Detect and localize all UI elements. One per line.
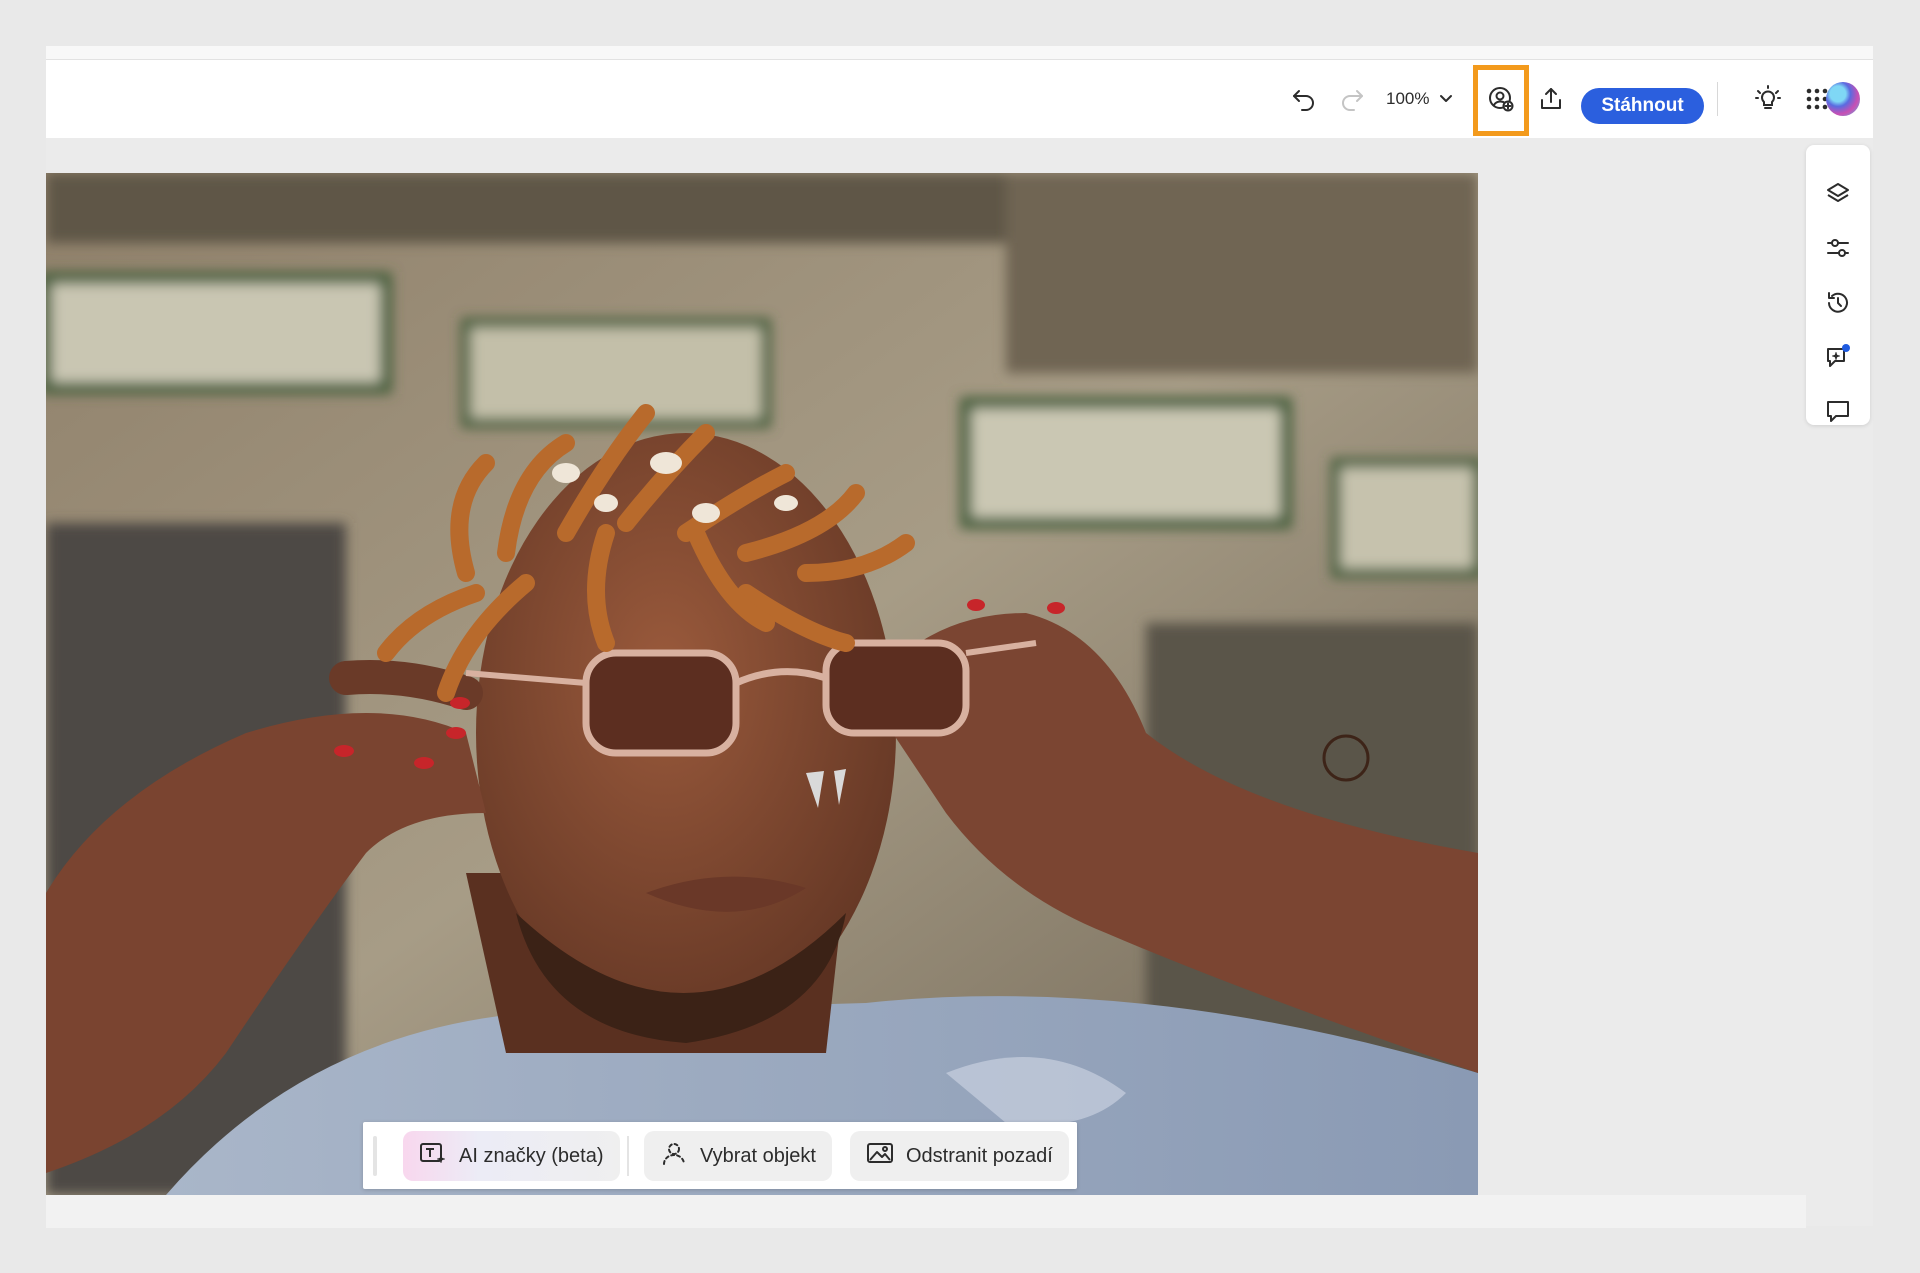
photo-canvas[interactable] xyxy=(46,173,1478,1195)
top-strip xyxy=(46,46,1873,60)
layers-icon xyxy=(1825,181,1851,212)
select-object-button[interactable]: Vybrat objekt xyxy=(644,1131,832,1181)
select-subject-icon xyxy=(660,1140,688,1172)
zoom-dropdown[interactable]: 100% xyxy=(1386,60,1476,138)
redo-button[interactable] xyxy=(1330,60,1374,138)
ai-tags-label: AI značky (beta) xyxy=(459,1144,604,1167)
remove-background-label: Odstranit pozadí xyxy=(906,1144,1053,1167)
image-icon xyxy=(866,1141,894,1171)
lightbulb-icon xyxy=(1754,85,1782,113)
download-button[interactable]: Stáhnout xyxy=(1581,88,1704,124)
ai-assistant-button[interactable] xyxy=(1818,339,1858,379)
drag-handle[interactable] xyxy=(373,1136,377,1176)
undo-button[interactable] xyxy=(1282,60,1326,138)
bottom-strip xyxy=(46,1195,1806,1228)
share-button[interactable] xyxy=(1529,60,1573,138)
history-icon xyxy=(1825,290,1851,321)
comments-button[interactable] xyxy=(1818,393,1858,433)
side-panel xyxy=(1806,145,1870,425)
undo-icon xyxy=(1291,86,1317,112)
select-object-label: Vybrat objekt xyxy=(700,1144,816,1167)
tips-button[interactable] xyxy=(1746,60,1790,138)
comment-icon xyxy=(1825,398,1851,429)
user-badge-add-icon xyxy=(1487,85,1515,113)
ai-tags-button[interactable]: AI značky (beta) xyxy=(403,1131,620,1181)
ai-assistant-icon xyxy=(1824,343,1852,376)
layers-button[interactable] xyxy=(1818,176,1858,216)
history-button[interactable] xyxy=(1818,285,1858,325)
upload-icon xyxy=(1538,86,1564,112)
user-avatar[interactable] xyxy=(1826,82,1860,116)
redo-icon xyxy=(1339,86,1365,112)
invite-collaborator-button[interactable] xyxy=(1479,60,1523,138)
adjustments-button[interactable] xyxy=(1818,230,1858,270)
remove-background-button[interactable]: Odstranit pozadí xyxy=(850,1131,1069,1181)
quick-actions-bar: AI značky (beta) Vybrat objekt Odstranit… xyxy=(363,1122,1077,1189)
quickbar-separator xyxy=(627,1136,629,1176)
portrait-photo xyxy=(46,173,1478,1195)
zoom-level: 100% xyxy=(1386,89,1430,108)
adjustments-icon xyxy=(1825,235,1851,266)
ai-tag-icon xyxy=(419,1141,447,1171)
chevron-down-icon xyxy=(1439,89,1453,109)
toolbar-divider xyxy=(1717,82,1718,116)
